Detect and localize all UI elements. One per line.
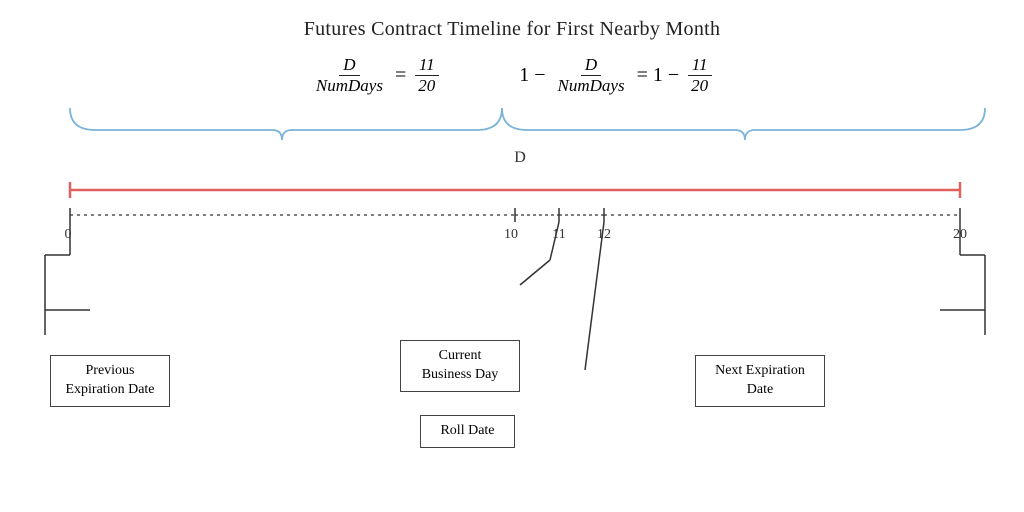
page-container: Futures Contract Timeline for First Near… bbox=[0, 0, 1024, 512]
fraction-right: D NumDays bbox=[554, 55, 629, 96]
frac-right-val-den: 20 bbox=[687, 76, 712, 96]
current-business-day-label: CurrentBusiness Day bbox=[400, 340, 520, 392]
roll-date-text: Roll Date bbox=[440, 423, 494, 438]
frac-right-val-num: 11 bbox=[688, 55, 712, 76]
frac-right-num: D bbox=[581, 55, 601, 76]
next-expiration-text: Next ExpirationDate bbox=[715, 363, 805, 397]
roll-date-label: Roll Date bbox=[420, 415, 515, 448]
fraction-right-val: 11 20 bbox=[687, 55, 712, 96]
formula-right: 1 − D NumDays = 1 − 11 20 bbox=[519, 55, 712, 96]
svg-text:10: 10 bbox=[504, 227, 518, 242]
previous-expiration-label: PreviousExpiration Date bbox=[50, 355, 170, 407]
svg-text:12: 12 bbox=[597, 227, 611, 242]
diagram-svg: D 0 10 11 12 20 bbox=[40, 100, 990, 500]
equals-left: = bbox=[395, 64, 406, 87]
frac-left-val-num: 11 bbox=[415, 55, 439, 76]
d-label: D bbox=[514, 149, 526, 166]
equals-right: = 1 − bbox=[637, 64, 680, 87]
previous-expiration-text: PreviousExpiration Date bbox=[65, 363, 154, 397]
formula-right-prefix: 1 − bbox=[519, 64, 545, 87]
page-title: Futures Contract Timeline for First Near… bbox=[0, 0, 1024, 41]
formula-left: D NumDays = 11 20 bbox=[312, 55, 439, 96]
frac-left-den: NumDays bbox=[312, 76, 387, 96]
frac-left-num: D bbox=[339, 55, 359, 76]
current-business-day-text: CurrentBusiness Day bbox=[422, 348, 499, 382]
frac-left-val-den: 20 bbox=[414, 76, 439, 96]
fraction-left: D NumDays bbox=[312, 55, 387, 96]
frac-right-den: NumDays bbox=[554, 76, 629, 96]
fraction-left-val: 11 20 bbox=[414, 55, 439, 96]
next-expiration-label: Next ExpirationDate bbox=[695, 355, 825, 407]
formula-row: D NumDays = 11 20 1 − D NumDays = 1 − 11… bbox=[0, 55, 1024, 96]
